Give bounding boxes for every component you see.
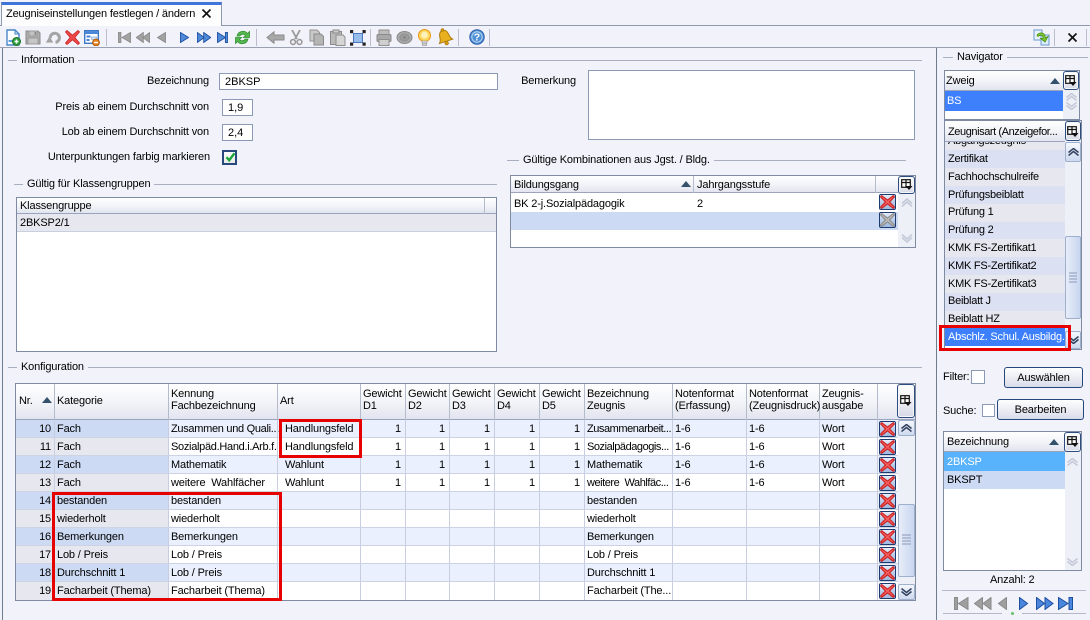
svg-text:?: ? <box>474 32 480 44</box>
